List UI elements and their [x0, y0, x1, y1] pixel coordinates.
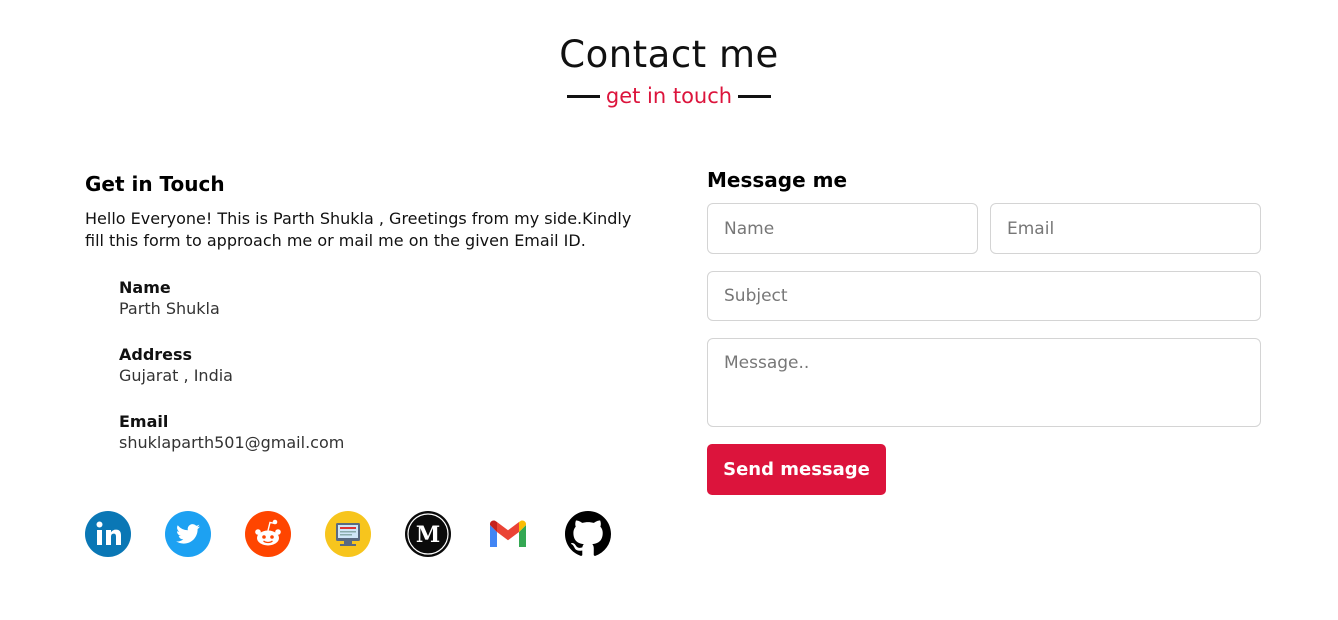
page-subtitle: get in touch	[605, 84, 733, 108]
social-links: M	[85, 511, 645, 557]
message-form-heading: Message me	[707, 168, 848, 192]
linkedin-icon[interactable]	[85, 511, 131, 557]
github-icon[interactable]	[565, 511, 611, 557]
info-label: Address	[119, 345, 193, 364]
info-name: Name Parth Shukla	[119, 278, 655, 319]
name-email-row	[707, 203, 1261, 254]
send-message-button[interactable]: Send message	[707, 444, 886, 495]
info-value: Parth Shukla	[119, 299, 220, 318]
blog-icon[interactable]	[325, 511, 371, 557]
contact-info-heading: Get in Touch	[85, 172, 225, 196]
page-title: Contact me	[559, 33, 779, 76]
subject-input[interactable]	[707, 271, 1261, 321]
info-address: Address Gujarat , India	[119, 345, 655, 386]
contact-info-panel: Get in Touch Hello Everyone! This is Par…	[85, 170, 655, 479]
message-textarea[interactable]	[707, 338, 1261, 427]
info-value: Gujarat , India	[119, 366, 233, 385]
info-email: Email shuklaparth501@gmail.com	[119, 412, 655, 453]
contact-details: Name Parth Shukla Address Gujarat , Indi…	[119, 278, 655, 453]
name-input[interactable]	[707, 203, 978, 254]
info-value: shuklaparth501@gmail.com	[119, 433, 345, 452]
info-label: Email	[119, 412, 169, 431]
message-form-panel: Message me Send message	[707, 166, 1261, 495]
twitter-icon[interactable]	[165, 511, 211, 557]
subtitle-row: get in touch	[0, 82, 1338, 110]
subtitle-divider-right	[738, 94, 772, 98]
medium-icon[interactable]: M	[405, 511, 451, 557]
section-header: Contact me get in touch	[0, 30, 1338, 110]
reddit-icon[interactable]	[245, 511, 291, 557]
info-label: Name	[119, 278, 171, 297]
subtitle-divider-left	[566, 94, 600, 98]
gmail-icon[interactable]	[485, 511, 531, 557]
contact-intro-text: Hello Everyone! This is Parth Shukla , G…	[85, 209, 632, 250]
svg-text:M: M	[416, 522, 440, 548]
email-input[interactable]	[990, 203, 1261, 254]
